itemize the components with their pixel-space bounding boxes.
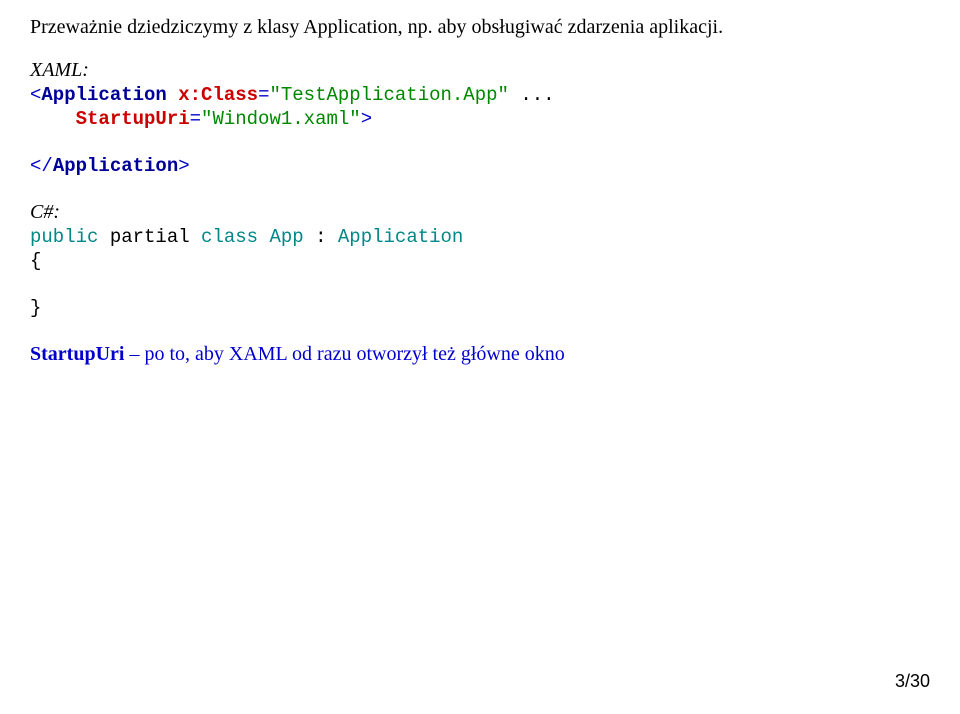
footer-rest: – po to, aby XAML od razu otworzył też g… bbox=[124, 343, 564, 365]
space-2 bbox=[258, 226, 269, 248]
kw-class: class bbox=[201, 226, 258, 248]
xaml-block: XAML: <Application x:Class="TestApplicat… bbox=[30, 59, 930, 179]
angle-close: > bbox=[361, 108, 372, 130]
kw-public: public bbox=[30, 226, 98, 248]
indent bbox=[30, 108, 76, 130]
tag-application-close: Application bbox=[53, 155, 178, 177]
equals: = bbox=[258, 84, 269, 106]
brace-close: } bbox=[30, 297, 41, 319]
kw-partial: partial bbox=[98, 226, 201, 248]
class-name: App bbox=[269, 226, 303, 248]
csharp-code: public partial class App : Application {… bbox=[30, 226, 930, 321]
colon: : bbox=[304, 226, 338, 248]
space bbox=[167, 84, 178, 106]
val-startupuri: "Window1.xaml" bbox=[201, 108, 361, 130]
angle-open-close: </ bbox=[30, 155, 53, 177]
equals-2: = bbox=[190, 108, 201, 130]
footer-line: StartupUri – po to, aby XAML od razu otw… bbox=[30, 343, 930, 366]
angle-open: < bbox=[30, 84, 41, 106]
brace-open: { bbox=[30, 250, 41, 272]
tag-application-open: Application bbox=[41, 84, 166, 106]
csharp-label: C#: bbox=[30, 201, 930, 224]
val-xclass: "TestApplication.App" bbox=[269, 84, 508, 106]
intro-text: Przeważnie dziedziczymy z klasy Applicat… bbox=[30, 16, 930, 39]
attr-startupuri: StartupUri bbox=[76, 108, 190, 130]
base-class: Application bbox=[338, 226, 463, 248]
angle-close-2: > bbox=[178, 155, 189, 177]
ellipsis: ... bbox=[509, 84, 555, 106]
footer-strong: StartupUri bbox=[30, 343, 124, 365]
page-number: 3/30 bbox=[895, 671, 930, 692]
attr-xclass: x:Class bbox=[178, 84, 258, 106]
xaml-code: <Application x:Class="TestApplication.Ap… bbox=[30, 84, 930, 179]
csharp-block: C#: public partial class App : Applicati… bbox=[30, 201, 930, 321]
xaml-label: XAML: bbox=[30, 59, 930, 82]
